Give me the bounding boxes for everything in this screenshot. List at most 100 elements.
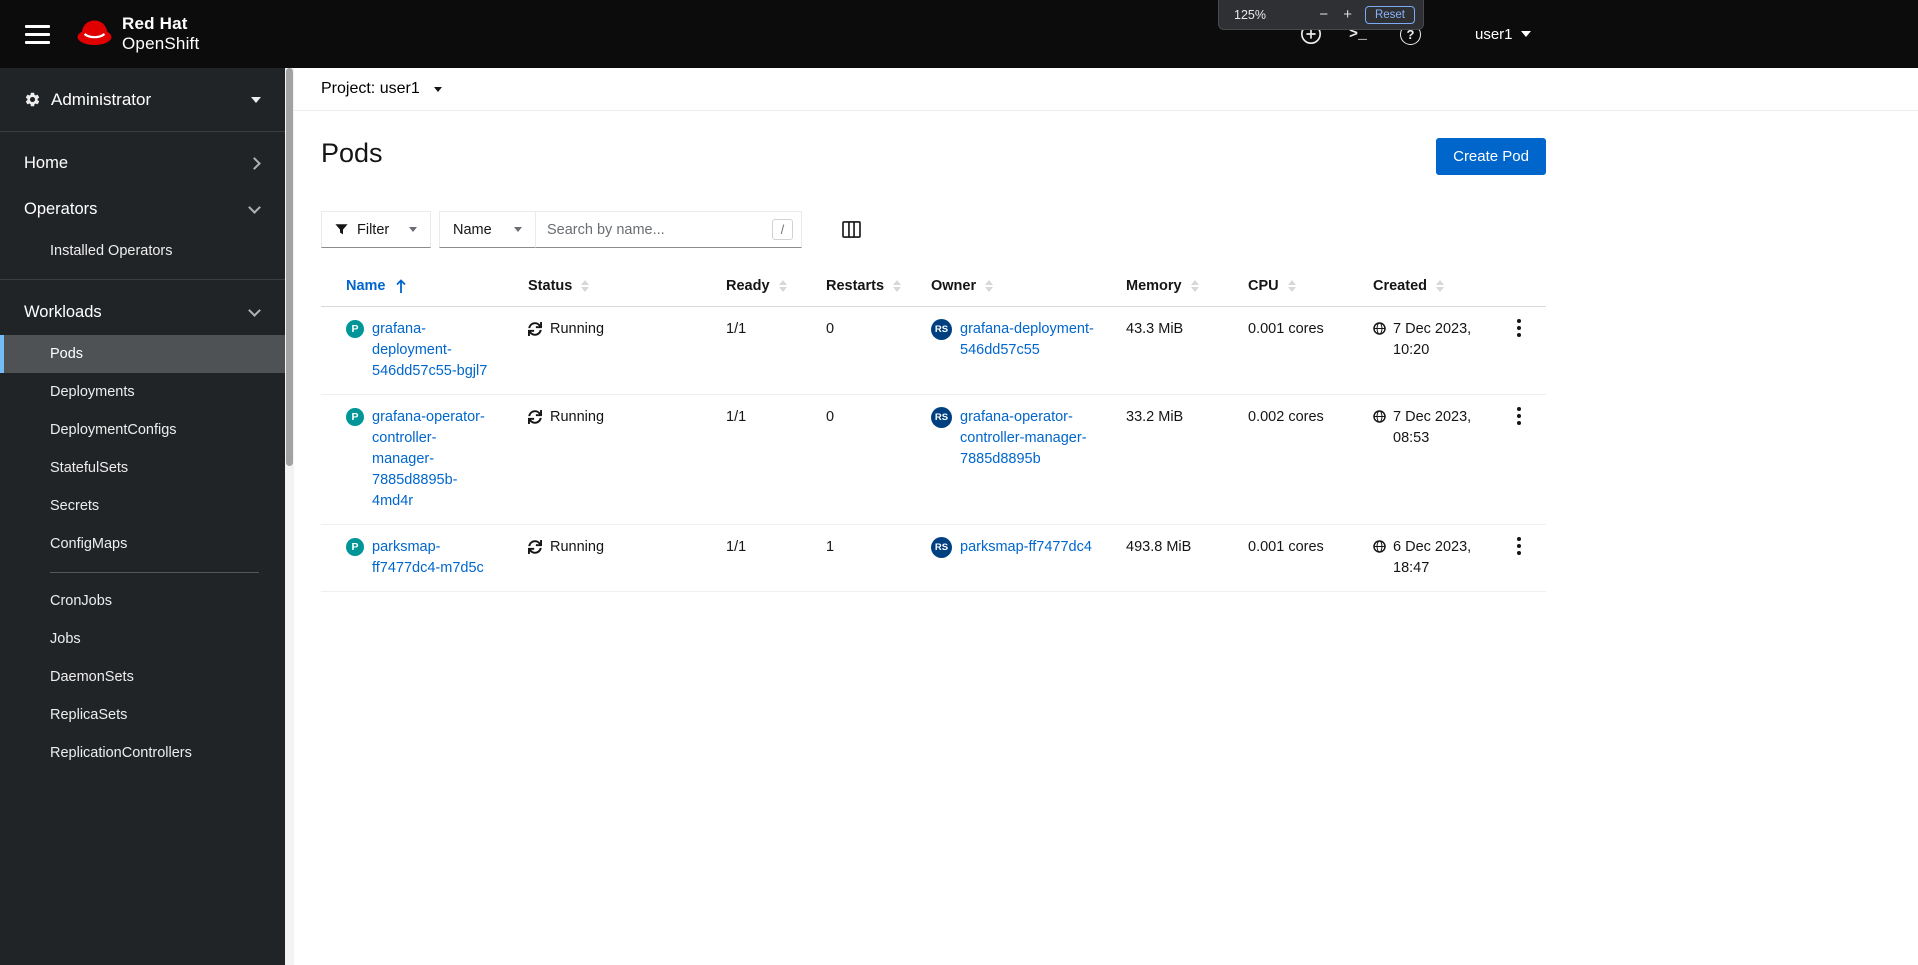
- search-attribute-dropdown[interactable]: Name: [439, 211, 536, 248]
- zoom-reset-button[interactable]: Reset: [1364, 5, 1415, 24]
- hamburger-menu-icon[interactable]: [25, 23, 50, 46]
- caret-down-icon: [433, 86, 442, 92]
- browser-zoom-popup: 125% − + Reset: [1218, 0, 1424, 30]
- kebab-menu-button[interactable]: [1511, 532, 1527, 560]
- actions-cell: [1493, 395, 1546, 524]
- sidebar-item-label: Workloads: [24, 302, 102, 321]
- sidebar-item-pods[interactable]: Pods: [0, 335, 285, 373]
- username: user1: [1475, 25, 1513, 43]
- manage-columns-icon[interactable]: [838, 217, 865, 242]
- sort-icon: [1436, 280, 1444, 292]
- filter-icon: [335, 223, 348, 236]
- kebab-menu-button[interactable]: [1511, 314, 1527, 342]
- sidebar-item-label: DaemonSets: [50, 669, 134, 685]
- name-cell: P grafana-deployment-546dd57c55-bgjl7: [321, 307, 512, 394]
- sidebar-item-label: CronJobs: [50, 593, 113, 609]
- sidebar-separator: [0, 279, 285, 280]
- status-text: Running: [550, 409, 605, 425]
- replicaset-badge-icon: RS: [931, 537, 952, 558]
- sidebar-item-home[interactable]: Home: [0, 140, 285, 186]
- pod-badge-icon: P: [346, 408, 364, 426]
- column-header-memory[interactable]: Memory: [1110, 266, 1232, 306]
- sidebar-item-jobs[interactable]: Jobs: [0, 620, 285, 658]
- status-cell: Running: [512, 395, 710, 524]
- pod-link[interactable]: grafana-deployment-546dd57c55-bgjl7: [372, 319, 496, 382]
- cpu-cell: 0.001 cores: [1248, 321, 1324, 337]
- sidebar-item-deployments[interactable]: Deployments: [0, 373, 285, 411]
- sidebar-item-configmaps[interactable]: ConfigMaps: [0, 525, 285, 563]
- zoom-out-button[interactable]: −: [1317, 7, 1330, 22]
- owner-link[interactable]: grafana-operator-controller-manager-7885…: [960, 407, 1094, 512]
- globe-icon: [1373, 410, 1386, 512]
- pod-link[interactable]: parksmap-ff7477dc4-m7d5c: [372, 537, 496, 579]
- column-header-owner[interactable]: Owner: [915, 266, 1110, 306]
- sidebar-item-cronjobs[interactable]: CronJobs: [0, 582, 285, 620]
- sidebar-item-replicationcontrollers[interactable]: ReplicationControllers: [0, 734, 285, 772]
- project-selector[interactable]: Project: user1: [294, 68, 1918, 111]
- kebab-menu-button[interactable]: [1511, 402, 1527, 430]
- actions-cell: [1493, 525, 1546, 591]
- column-header-cpu[interactable]: CPU: [1232, 266, 1357, 306]
- scrollbar-thumb[interactable]: [286, 68, 293, 466]
- globe-icon: [1373, 322, 1386, 382]
- table-row: P grafana-operator-controller-manager-78…: [321, 395, 1546, 525]
- sidebar-item-secrets[interactable]: Secrets: [0, 487, 285, 525]
- sort-icon: [581, 280, 590, 292]
- perspective-label: Administrator: [51, 89, 152, 109]
- zoom-in-button[interactable]: +: [1341, 7, 1354, 22]
- project-selector-label: Project: user1: [321, 80, 420, 97]
- cpu-cell: 0.002 cores: [1248, 409, 1324, 425]
- ready-cell: 1/1: [726, 409, 747, 425]
- owner-link[interactable]: grafana-deployment-546dd57c55: [960, 319, 1094, 382]
- chevron-right-icon: [248, 156, 261, 170]
- brand-line2: OpenShift: [122, 34, 200, 53]
- status-cell: Running: [512, 525, 710, 591]
- column-header-name[interactable]: Name: [321, 266, 512, 306]
- sidebar-item-daemonsets[interactable]: DaemonSets: [0, 658, 285, 696]
- sidebar-item-operators[interactable]: Operators: [0, 186, 285, 232]
- redhat-openshift-logo[interactable]: Red Hat OpenShift: [76, 14, 199, 54]
- sidebar-item-label: Operators: [24, 199, 98, 218]
- sidebar-item-workloads[interactable]: Workloads: [0, 289, 285, 335]
- filter-dropdown[interactable]: Filter: [321, 211, 431, 248]
- page-title: Pods: [321, 138, 383, 168]
- search-box: /: [536, 211, 802, 248]
- owner-cell: RS parksmap-ff7477dc4: [915, 525, 1110, 591]
- sort-icon: [1287, 280, 1296, 292]
- column-header-restarts[interactable]: Restarts: [810, 266, 915, 306]
- owner-link[interactable]: parksmap-ff7477dc4: [960, 537, 1094, 579]
- owner-cell: RS grafana-operator-controller-manager-7…: [915, 395, 1110, 524]
- sidebar-item-replicasets[interactable]: ReplicaSets: [0, 696, 285, 734]
- pod-badge-icon: P: [346, 538, 364, 556]
- sidebar-item-label: Pods: [50, 346, 84, 362]
- caret-down-icon: [251, 96, 261, 103]
- perspective-switcher[interactable]: Administrator: [0, 68, 285, 132]
- table-header-row: Name Status Ready Restarts Owner Memory …: [321, 266, 1546, 307]
- column-label: Memory: [1126, 278, 1182, 294]
- sidebar-item-label: DeploymentConfigs: [50, 422, 177, 438]
- sidebar-item-label: ReplicaSets: [50, 707, 128, 723]
- column-header-ready[interactable]: Ready: [710, 266, 810, 306]
- gear-icon: [24, 91, 41, 108]
- sidebar-item-installed-operators[interactable]: Installed Operators: [0, 232, 285, 270]
- replicaset-badge-icon: RS: [931, 407, 952, 428]
- column-header-created[interactable]: Created: [1357, 266, 1493, 306]
- create-pod-button[interactable]: Create Pod: [1436, 138, 1546, 175]
- search-input[interactable]: [536, 221, 772, 238]
- sidebar-item-label: Secrets: [50, 498, 100, 514]
- column-label: Owner: [931, 278, 977, 294]
- column-header-actions: [1493, 266, 1546, 306]
- user-menu[interactable]: user1: [1475, 0, 1531, 68]
- sidebar-item-deploymentconfigs[interactable]: DeploymentConfigs: [0, 411, 285, 449]
- sync-icon: [528, 410, 542, 424]
- column-label: Ready: [726, 278, 770, 294]
- page-header: Pods Create Pod: [321, 138, 1546, 175]
- created-cell: 7 Dec 2023, 10:20: [1357, 307, 1493, 394]
- table-row: P grafana-deployment-546dd57c55-bgjl7 Ru…: [321, 307, 1546, 395]
- column-header-status[interactable]: Status: [512, 266, 710, 306]
- sidebar-item-statefulsets[interactable]: StatefulSets: [0, 449, 285, 487]
- sidebar-item-label: Jobs: [50, 631, 81, 647]
- sort-icon: [778, 280, 787, 292]
- pod-link[interactable]: grafana-operator-controller-manager-7885…: [372, 407, 496, 512]
- restarts-cell: 1: [826, 539, 835, 555]
